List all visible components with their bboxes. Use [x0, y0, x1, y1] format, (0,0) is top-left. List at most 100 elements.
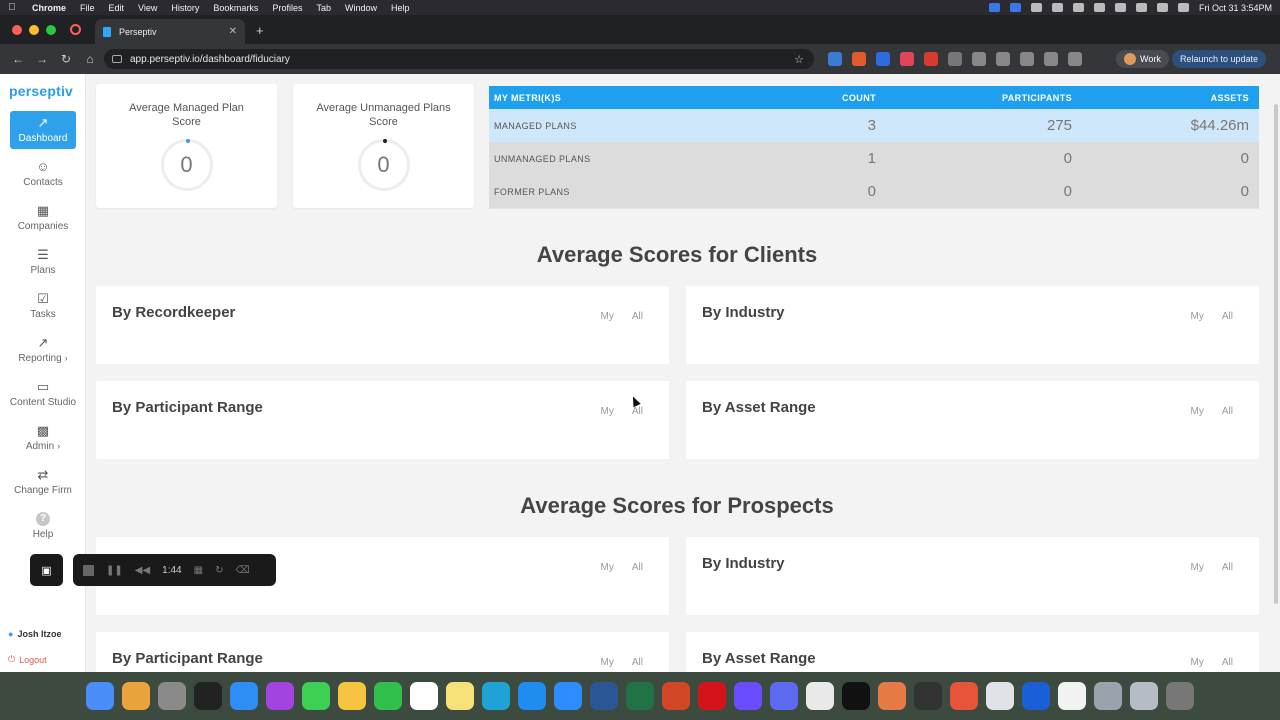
- sidebar-item-companies[interactable]: ▦ Companies: [0, 198, 86, 238]
- edge-extension-icon[interactable]: [828, 52, 842, 66]
- podcasts-icon[interactable]: [266, 682, 294, 710]
- toggle-all[interactable]: All: [632, 311, 643, 322]
- sidebar-item-content-studio[interactable]: ▭ Content Studio: [0, 374, 86, 414]
- metrics-row-managed[interactable]: MANAGED PLANS 3 275 $44.26m: [489, 109, 1259, 142]
- puzzle-extensions-icon[interactable]: [972, 52, 986, 66]
- toggle-my[interactable]: My: [601, 406, 614, 417]
- writer-icon[interactable]: [1058, 682, 1086, 710]
- finder-icon[interactable]: [86, 682, 114, 710]
- wifi-icon[interactable]: [1135, 3, 1147, 12]
- battery-icon[interactable]: [1114, 3, 1126, 12]
- bookmarks-icon[interactable]: [1020, 52, 1034, 66]
- download-icon[interactable]: [1068, 52, 1082, 66]
- menu-profiles[interactable]: Profiles: [272, 3, 302, 13]
- photos-icon[interactable]: [338, 682, 366, 710]
- rewind-icon[interactable]: ◀◀: [135, 565, 150, 576]
- copilot-icon[interactable]: [734, 682, 762, 710]
- toggle-all[interactable]: All: [1222, 657, 1233, 668]
- calculator-icon[interactable]: [914, 682, 942, 710]
- excel-icon[interactable]: [626, 682, 654, 710]
- tab-close-icon[interactable]: ✕: [229, 26, 237, 37]
- figma-beta-icon[interactable]: [950, 682, 978, 710]
- menu-help[interactable]: Help: [391, 3, 410, 13]
- toggle-my[interactable]: My: [1191, 657, 1204, 668]
- address-url[interactable]: app.perseptiv.io/dashboard/fiduciary: [130, 54, 290, 65]
- extension-status-icon[interactable]: [1030, 3, 1042, 12]
- address-bar[interactable]: app.perseptiv.io/dashboard/fiduciary ☆: [104, 49, 814, 69]
- claude-icon[interactable]: [878, 682, 906, 710]
- site-info-icon[interactable]: [112, 55, 122, 63]
- chrome-icon[interactable]: [986, 682, 1014, 710]
- menu-history[interactable]: History: [171, 3, 199, 13]
- home-icon[interactable]: ⌂: [80, 52, 100, 66]
- menu-file[interactable]: File: [80, 3, 95, 13]
- profile-chip[interactable]: Work: [1116, 50, 1169, 68]
- logout-link[interactable]: ⏻ Logout: [8, 654, 47, 665]
- textedit-icon[interactable]: [806, 682, 834, 710]
- toggle-my[interactable]: My: [1191, 311, 1204, 322]
- control-center-icon[interactable]: [1177, 3, 1189, 12]
- page-scrollbar[interactable]: [1272, 74, 1280, 672]
- back-icon[interactable]: ←: [8, 52, 28, 66]
- user-profile-link[interactable]: ● Josh Itzoe: [8, 629, 61, 639]
- metrics-row-former[interactable]: FORMER PLANS 0 0 0: [489, 175, 1259, 208]
- font-icon[interactable]: [1093, 3, 1105, 12]
- perseptiv-logo[interactable]: perseptiv: [9, 83, 73, 99]
- zoom-icon[interactable]: [1009, 3, 1021, 12]
- screen-share-icon[interactable]: [988, 3, 1000, 12]
- stop-recording-icon[interactable]: [83, 564, 94, 576]
- bookmark-star-icon[interactable]: ☆: [794, 53, 804, 66]
- scrollbar-thumb[interactable]: [1274, 104, 1278, 604]
- system-settings-icon[interactable]: [158, 682, 186, 710]
- close-window-icon[interactable]: [12, 25, 22, 35]
- browser-tab-active[interactable]: Perseptiv ✕: [95, 19, 245, 44]
- menubar-clock[interactable]: Fri Oct 31 3:54PM: [1199, 3, 1272, 13]
- apple-icon[interactable]: : [8, 2, 20, 13]
- perplexity-icon[interactable]: [770, 682, 798, 710]
- toggle-all[interactable]: All: [632, 406, 643, 417]
- fullscreen-window-icon[interactable]: [46, 25, 56, 35]
- toggle-all[interactable]: All: [1222, 562, 1233, 573]
- calendar-icon[interactable]: [410, 682, 438, 710]
- reload-icon[interactable]: ↻: [56, 52, 76, 66]
- toggle-all[interactable]: All: [632, 657, 643, 668]
- menu-app-name[interactable]: Chrome: [32, 3, 66, 13]
- menu-edit[interactable]: Edit: [109, 3, 125, 13]
- word-icon[interactable]: [590, 682, 618, 710]
- notes-icon[interactable]: [446, 682, 474, 710]
- activity-monitor-icon[interactable]: [194, 682, 222, 710]
- toggle-my[interactable]: My: [601, 657, 614, 668]
- facetime-icon[interactable]: [374, 682, 402, 710]
- print-icon[interactable]: [996, 52, 1010, 66]
- scrivener-icon[interactable]: [1051, 3, 1063, 12]
- app-store-icon[interactable]: [518, 682, 546, 710]
- downloads-folder-icon[interactable]: [1094, 682, 1122, 710]
- toggle-all[interactable]: All: [632, 562, 643, 573]
- edge-icon[interactable]: [482, 682, 510, 710]
- gray-extension-icon[interactable]: [948, 52, 962, 66]
- acrobat-icon[interactable]: [698, 682, 726, 710]
- launchpad-icon[interactable]: [122, 682, 150, 710]
- meeting-extension-icon[interactable]: [852, 52, 866, 66]
- sidebar-item-plans[interactable]: ☰ Plans: [0, 242, 86, 282]
- sidebar-item-help[interactable]: ? Help: [0, 506, 86, 546]
- blue-extension-icon[interactable]: [876, 52, 890, 66]
- messages-icon[interactable]: [302, 682, 330, 710]
- sidebar-item-admin[interactable]: ▩ Admin ›: [0, 418, 86, 458]
- chatgpt-icon[interactable]: [842, 682, 870, 710]
- grid-icon[interactable]: ▦: [194, 565, 203, 576]
- toggle-my[interactable]: My: [1191, 562, 1204, 573]
- trash-icon[interactable]: ⌫: [235, 565, 249, 576]
- sidebar-item-tasks[interactable]: ☑ Tasks: [0, 286, 86, 326]
- side-panel-icon[interactable]: [1044, 52, 1058, 66]
- relaunch-button[interactable]: Relaunch to update: [1172, 50, 1267, 68]
- toggle-all[interactable]: All: [1222, 311, 1233, 322]
- trash-bin-icon[interactable]: [1166, 682, 1194, 710]
- sidebar-item-change-firm[interactable]: ⇄ Change Firm: [0, 462, 86, 502]
- minimize-window-icon[interactable]: [29, 25, 39, 35]
- sidebar-item-reporting[interactable]: ↗ Reporting ›: [0, 330, 86, 370]
- menu-view[interactable]: View: [138, 3, 157, 13]
- toggle-my[interactable]: My: [1191, 406, 1204, 417]
- pocket-extension-icon[interactable]: [900, 52, 914, 66]
- search-icon[interactable]: [1156, 3, 1168, 12]
